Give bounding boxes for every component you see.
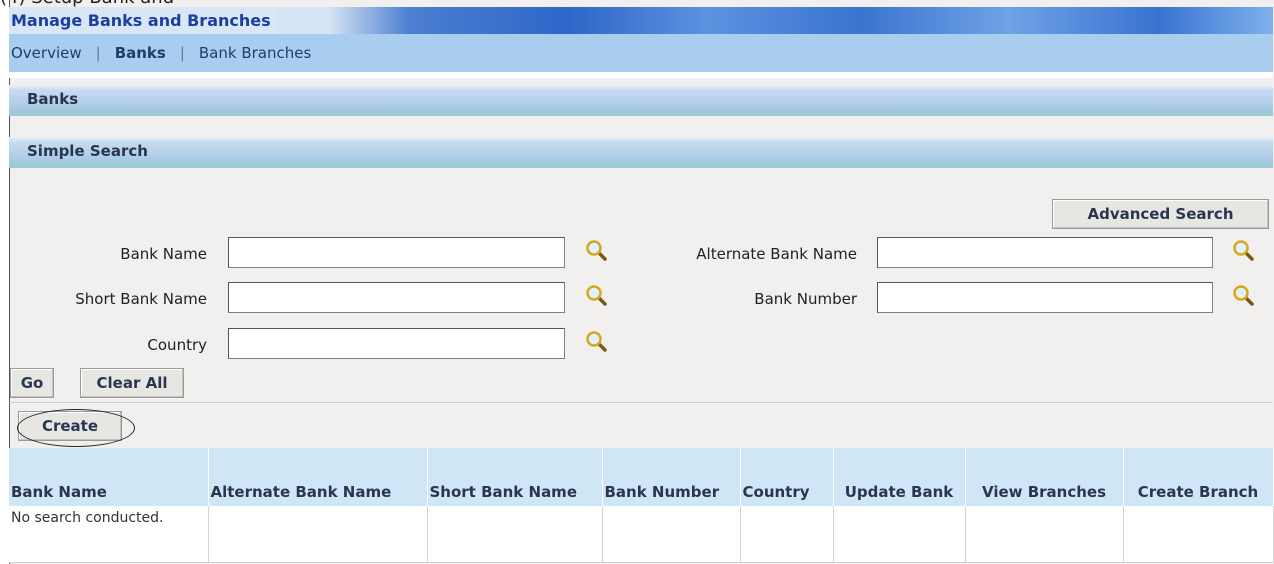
- column-header-view-branches: View Branches: [965, 448, 1124, 506]
- app-window: Manage Banks and Branches Overview | Banks…: [9, 0, 1274, 564]
- table-cell: [965, 506, 1124, 563]
- subnav-banks-link[interactable]: Banks: [115, 44, 166, 62]
- subnav-bank-branches-link[interactable]: Bank Branches: [199, 44, 311, 62]
- bank-number-search-icon[interactable]: [1231, 283, 1255, 307]
- alternate-bank-name-field[interactable]: [877, 237, 1213, 268]
- alternate-bank-name-input[interactable]: [878, 238, 1212, 267]
- alternate-bank-name-label: Alternate Bank Name: [696, 245, 857, 263]
- go-button[interactable]: Go: [10, 368, 54, 398]
- results-table: Bank Name Alternate Bank Name Short Bank…: [9, 448, 1274, 563]
- table-header-row: Bank Name Alternate Bank Name Short Bank…: [9, 448, 1274, 506]
- country-field[interactable]: [228, 328, 565, 359]
- table-cell: [427, 506, 603, 563]
- column-header-bank-name: Bank Name: [9, 448, 209, 506]
- page-title: Manage Banks and Branches: [9, 7, 277, 34]
- column-header-alternate-bank-name: Alternate Bank Name: [208, 448, 428, 506]
- short-bank-name-label: Short Bank Name: [75, 290, 207, 308]
- banks-section-header: Banks: [9, 85, 1273, 116]
- table-cell: [208, 506, 428, 563]
- country-search-icon[interactable]: [584, 329, 608, 353]
- table-cell: [740, 506, 834, 563]
- subnav-overview-link[interactable]: Overview: [11, 44, 82, 62]
- column-header-update-bank: Update Bank: [833, 448, 966, 506]
- bank-name-field[interactable]: [228, 237, 565, 268]
- simple-search-header: Simple Search: [9, 137, 1273, 168]
- empty-results-message: No search conducted.: [9, 506, 209, 563]
- banks-section-title: Banks: [27, 90, 79, 108]
- short-bank-name-field[interactable]: [228, 282, 565, 313]
- clear-all-button[interactable]: Clear All: [80, 368, 184, 398]
- sub-navigation: Overview | Banks | Bank Branches: [9, 34, 1273, 72]
- column-header-short-bank-name: Short Bank Name: [427, 448, 603, 506]
- table-cell: [833, 506, 966, 563]
- bank-number-field[interactable]: [877, 282, 1213, 313]
- bank-name-input[interactable]: [229, 238, 564, 267]
- table-cell: [602, 506, 741, 563]
- bank-number-input[interactable]: [878, 283, 1212, 312]
- title-banner: Manage Banks and Branches: [9, 7, 1273, 34]
- advanced-search-button[interactable]: Advanced Search: [1052, 199, 1269, 229]
- bank-name-label: Bank Name: [120, 245, 207, 263]
- bank-name-search-icon[interactable]: [584, 238, 608, 262]
- create-highlight-circle: [17, 409, 135, 447]
- nav-spacer: [9, 72, 1273, 78]
- country-label: Country: [147, 336, 207, 354]
- short-bank-name-search-icon[interactable]: [584, 283, 608, 307]
- bank-number-label: Bank Number: [754, 290, 857, 308]
- column-header-create-branch: Create Branch: [1123, 448, 1274, 506]
- subnav-separator: |: [95, 44, 101, 62]
- alternate-bank-name-search-icon[interactable]: [1231, 238, 1255, 262]
- section-divider: [9, 402, 1273, 403]
- country-input[interactable]: [229, 329, 564, 358]
- column-header-bank-number: Bank Number: [602, 448, 741, 506]
- table-row: No search conducted.: [9, 506, 1274, 563]
- subnav-separator: |: [179, 44, 185, 62]
- short-bank-name-input[interactable]: [229, 283, 564, 312]
- table-cell: [1123, 506, 1274, 563]
- column-header-country: Country: [740, 448, 834, 506]
- simple-search-title: Simple Search: [27, 142, 148, 160]
